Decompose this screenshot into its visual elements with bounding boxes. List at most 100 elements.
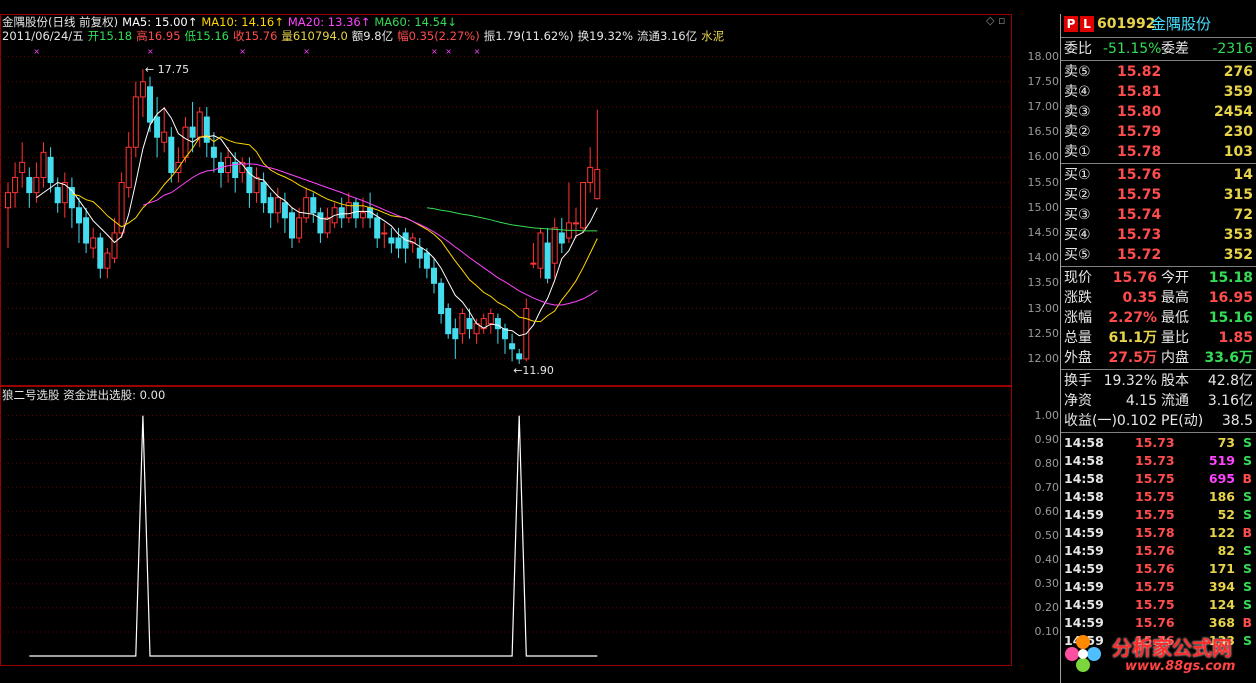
signal-marker: × — [431, 47, 438, 56]
tick-price: 15.78 — [1135, 525, 1175, 540]
candle-body — [544, 242, 551, 279]
tick-time: 14:59 — [1064, 561, 1104, 576]
kline-chart[interactable]: × × × × × × × ← 17.75 ←11.90 — [0, 14, 1012, 386]
order-price: 15.80 — [1117, 104, 1162, 120]
candle-body — [161, 131, 168, 143]
tick-price: 15.75 — [1135, 489, 1175, 504]
candle-body — [26, 177, 33, 194]
indicator-tick-label: 0.30 — [1034, 576, 1060, 590]
signal-marker: × — [239, 47, 246, 56]
stat-value: 61.1万 — [1108, 330, 1157, 346]
candle-body — [431, 267, 437, 284]
stat-label: 内盘 — [1161, 350, 1189, 366]
tick-time: 14:58 — [1064, 453, 1104, 468]
candle-body — [90, 237, 97, 249]
buy-level-row: 买① 15.76 14 — [1061, 165, 1256, 185]
tick-time: 14:58 — [1064, 435, 1104, 450]
candle-body — [580, 182, 587, 229]
indicator-chart[interactable] — [0, 386, 1012, 666]
stat-value: 1.85 — [1218, 330, 1253, 346]
tick-side: S — [1242, 507, 1252, 522]
tick-row: 14:59 15.76 82 S — [1061, 542, 1256, 560]
candle-body — [260, 182, 267, 204]
stat-value: 2.27% — [1108, 310, 1157, 326]
high-annotation: ← 17.75 — [145, 63, 189, 76]
price-tick-label: 13.00 — [1027, 301, 1060, 315]
stat-row: 涨幅 2.27% 最低 15.16 — [1061, 308, 1256, 328]
candle-body — [168, 136, 175, 173]
stat-label: 流通 — [1161, 393, 1189, 409]
candle-body — [594, 168, 601, 200]
candle-body — [551, 227, 558, 264]
tick-price: 15.73 — [1135, 453, 1175, 468]
candle-body — [111, 232, 118, 259]
tick-time: 14:59 — [1064, 579, 1104, 594]
tick-side: S — [1242, 633, 1252, 648]
tick-row: 14:58 15.75 186 S — [1061, 488, 1256, 506]
tick-row: 14:59 15.78 122 B — [1061, 524, 1256, 542]
tick-row: 14:58 15.73 73 S — [1061, 434, 1256, 452]
candle-body — [33, 177, 40, 194]
signal-marker: × — [303, 47, 310, 56]
candle-body — [587, 166, 594, 184]
indicator-frame — [0, 386, 1012, 666]
candle-body — [395, 237, 402, 249]
stat-label: 现价 — [1064, 270, 1092, 286]
tick-side: B — [1242, 471, 1252, 486]
indicator-tick-label: 0.60 — [1034, 504, 1060, 518]
price-tick-label: 14.50 — [1027, 225, 1060, 239]
tick-row: 14:59 15.75 394 S — [1061, 578, 1256, 596]
tick-side: S — [1242, 435, 1252, 450]
indicator-tick-label: 1.00 — [1034, 408, 1060, 422]
sell-level-row: 卖② 15.79 230 — [1061, 122, 1256, 142]
indicator-tick-label: 0.20 — [1034, 600, 1060, 614]
stat-value: 27.5万 — [1108, 350, 1157, 366]
stat-label: 涨跌 — [1064, 290, 1092, 306]
watermark-title: 分析家公式网 — [1112, 636, 1232, 660]
candle-body — [189, 126, 196, 138]
candle-body — [203, 116, 210, 143]
tick-volume: 122 — [1208, 525, 1235, 540]
weibi-label: 委比 — [1064, 41, 1092, 57]
stat-row: 外盘 27.5万 内盘 33.6万 — [1061, 348, 1256, 368]
candle-body — [12, 177, 19, 194]
tick-volume: 52 — [1217, 507, 1235, 522]
candle-body — [210, 146, 217, 158]
candle-body — [182, 126, 189, 158]
candle-body — [487, 313, 494, 325]
stat-value: 4.15 — [1125, 393, 1157, 409]
candle-body — [83, 217, 90, 244]
candle-body — [196, 111, 203, 138]
tick-price: 15.76 — [1135, 561, 1175, 576]
candle-body — [125, 146, 132, 189]
stat-label: 外盘 — [1064, 350, 1092, 366]
price-tick-label: 15.50 — [1027, 175, 1060, 189]
price-tick-label: 12.00 — [1027, 351, 1060, 365]
order-label: 卖① — [1064, 144, 1091, 160]
candle-body — [352, 202, 359, 219]
candle-body — [310, 197, 317, 214]
order-volume: 72 — [1233, 207, 1253, 223]
ma-line-ma10 — [71, 135, 598, 323]
order-volume: 276 — [1223, 64, 1253, 80]
stat-row: 净资 4.15 流通 3.16亿 — [1061, 391, 1256, 411]
stat-label: 总量 — [1064, 330, 1092, 346]
tick-price: 15.76 — [1135, 615, 1175, 630]
stat-value: 15.76 — [1112, 270, 1157, 286]
tick-volume: 124 — [1208, 597, 1235, 612]
tick-side: S — [1242, 543, 1252, 558]
candle-body — [452, 328, 459, 340]
tick-row: 14:59 15.76 171 S — [1061, 560, 1256, 578]
candle-body — [289, 212, 295, 239]
price-tick-label: 13.50 — [1027, 276, 1060, 290]
price-tick-label: 17.00 — [1027, 99, 1060, 113]
candle-body — [104, 252, 111, 269]
buy-level-row: 买② 15.75 315 — [1061, 185, 1256, 205]
candle-body — [466, 318, 473, 330]
candle-body — [374, 217, 381, 239]
stat-value: 38.5 — [1221, 413, 1253, 429]
candle-body — [324, 217, 331, 234]
indicator-tick-label: 0.70 — [1034, 480, 1060, 494]
stat-value: 0.102 — [1116, 413, 1157, 429]
order-label: 买① — [1064, 167, 1091, 183]
